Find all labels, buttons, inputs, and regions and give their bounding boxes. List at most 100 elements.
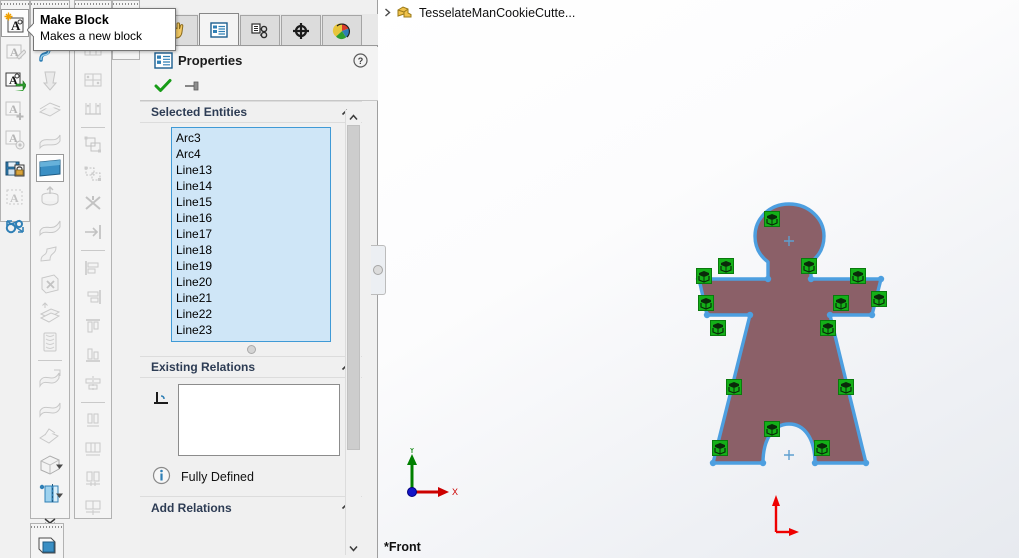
ruled-surface-button[interactable]: [36, 328, 64, 356]
align-right-button[interactable]: [79, 283, 107, 311]
list-item[interactable]: Line16: [174, 210, 330, 226]
belt-chain-button[interactable]: [1, 212, 29, 240]
chevron-down-icon[interactable]: [56, 463, 63, 470]
knit-surface-button[interactable]: [36, 422, 64, 450]
align-center-v-button[interactable]: [79, 406, 107, 434]
delete-face-button[interactable]: [36, 270, 64, 298]
relation-marker[interactable]: [712, 440, 728, 456]
list-item[interactable]: Line13: [174, 162, 330, 178]
list-item[interactable]: Line23: [174, 322, 330, 338]
relation-marker[interactable]: [698, 295, 714, 311]
list-item[interactable]: Arc4: [174, 146, 330, 162]
mirror-surface-button[interactable]: [36, 480, 64, 508]
align-table-button[interactable]: [79, 66, 107, 94]
add-to-block-button[interactable]: A: [1, 96, 29, 124]
relation-marker[interactable]: [726, 379, 742, 395]
expand-arrow-icon[interactable]: [382, 7, 394, 19]
save-block-button[interactable]: [1, 154, 29, 182]
thicken-button[interactable]: [36, 451, 64, 479]
property-manager-tab[interactable]: [199, 13, 239, 45]
relation-marker[interactable]: [764, 211, 780, 227]
align-scatter-button[interactable]: [79, 189, 107, 217]
configuration-manager-tab[interactable]: [240, 15, 280, 45]
explode-block-button[interactable]: A: [1, 125, 29, 153]
relation-marker[interactable]: [850, 268, 866, 284]
space-evenly-h-button[interactable]: [79, 435, 107, 463]
lofted-surface-button[interactable]: [36, 212, 64, 240]
dimxpert-manager-tab[interactable]: [281, 15, 321, 45]
relation-marker[interactable]: [718, 258, 734, 274]
list-item[interactable]: Line19: [174, 258, 330, 274]
sketch-origin-marker: [768, 492, 804, 539]
boundary-surface-button[interactable]: [36, 241, 64, 269]
relation-marker[interactable]: [801, 258, 817, 274]
align-dimension-button[interactable]: [79, 95, 107, 123]
align-center-h-button[interactable]: [79, 370, 107, 398]
flyout-feature-tree[interactable]: TesselateManCookieCutte...: [382, 2, 575, 24]
pin-button[interactable]: [184, 80, 200, 95]
scroll-down-button[interactable]: [346, 541, 361, 555]
revolved-surface-button[interactable]: [36, 183, 64, 211]
help-button[interactable]: ?: [353, 53, 368, 71]
relation-marker[interactable]: [871, 291, 887, 307]
relation-marker[interactable]: [710, 320, 726, 336]
align-bottom-button[interactable]: [79, 341, 107, 369]
list-item[interactable]: Line21: [174, 290, 330, 306]
relation-marker[interactable]: [764, 421, 780, 437]
list-item[interactable]: Line20: [174, 274, 330, 290]
selected-entities-listbox[interactable]: Arc3 Arc4 Line13 Line14 Line15 Line16 Line17 Li…: [171, 127, 331, 342]
sketch-picture-button[interactable]: [33, 532, 61, 558]
relation-marker[interactable]: [820, 320, 836, 336]
align-right-edge-button[interactable]: [79, 218, 107, 246]
relation-marker[interactable]: [838, 379, 854, 395]
extruded-surface-button[interactable]: [36, 67, 64, 95]
relation-marker[interactable]: [833, 295, 849, 311]
align-collinear-button[interactable]: [79, 493, 107, 521]
relation-marker[interactable]: [696, 268, 712, 284]
belt-chain-disabled-button[interactable]: A: [1, 183, 29, 211]
selected-entities-header[interactable]: Selected Entities: [140, 101, 362, 123]
space-evenly-v-button[interactable]: [79, 464, 107, 492]
existing-relations-header[interactable]: Existing Relations: [140, 356, 362, 378]
insert-block-button[interactable]: A: [1, 67, 29, 95]
list-item[interactable]: Line17: [174, 226, 330, 242]
toolbar-separator: [38, 360, 62, 361]
panel-scrollbar[interactable]: [345, 110, 361, 555]
list-item[interactable]: Line15: [174, 194, 330, 210]
edit-block-button[interactable]: A: [1, 38, 29, 66]
relation-marker[interactable]: [814, 440, 830, 456]
add-relations-header[interactable]: Add Relations: [140, 496, 362, 518]
radiate-surface-button[interactable]: [36, 393, 64, 421]
panel-splitter[interactable]: [371, 245, 386, 295]
gingerbread-man-cookie-cutter-sketch[interactable]: [670, 190, 910, 483]
align-nodes-button[interactable]: [79, 160, 107, 188]
alignment-toolbar: [74, 0, 112, 519]
make-block-button[interactable]: A: [1, 9, 29, 37]
offset-surface-button[interactable]: [36, 364, 64, 392]
sketch-geometry[interactable]: [670, 190, 910, 480]
filled-surface-button[interactable]: [36, 125, 64, 153]
display-manager-tab[interactable]: [322, 15, 362, 45]
document-name: TesselateManCookieCutte...: [419, 6, 576, 20]
list-item[interactable]: Line22: [174, 306, 330, 322]
extrude-surface-button[interactable]: [36, 154, 64, 182]
ok-button[interactable]: [154, 78, 172, 97]
status-badge: Fully Defined: [181, 470, 254, 484]
list-item[interactable]: Line14: [174, 178, 330, 194]
align-group-button[interactable]: [79, 131, 107, 159]
list-item[interactable]: Line18: [174, 242, 330, 258]
scroll-up-button[interactable]: [346, 110, 361, 124]
sketch-profile[interactable]: [697, 202, 883, 465]
chevron-down-icon[interactable]: [56, 492, 63, 499]
toolbar-separator: [81, 402, 105, 403]
align-top-button[interactable]: [79, 312, 107, 340]
scrollbar-thumb[interactable]: [347, 125, 360, 450]
replace-face-button[interactable]: [36, 299, 64, 327]
graphics-viewport[interactable]: TesselateManCookieCutte... Y X *Front: [378, 0, 1019, 558]
align-left-button[interactable]: [79, 254, 107, 282]
list-item[interactable]: Arc3: [174, 130, 330, 146]
existing-relations-listbox[interactable]: [178, 384, 340, 456]
planar-surface-button[interactable]: [36, 96, 64, 124]
resize-handle[interactable]: [140, 342, 362, 356]
info-icon: [152, 466, 171, 488]
